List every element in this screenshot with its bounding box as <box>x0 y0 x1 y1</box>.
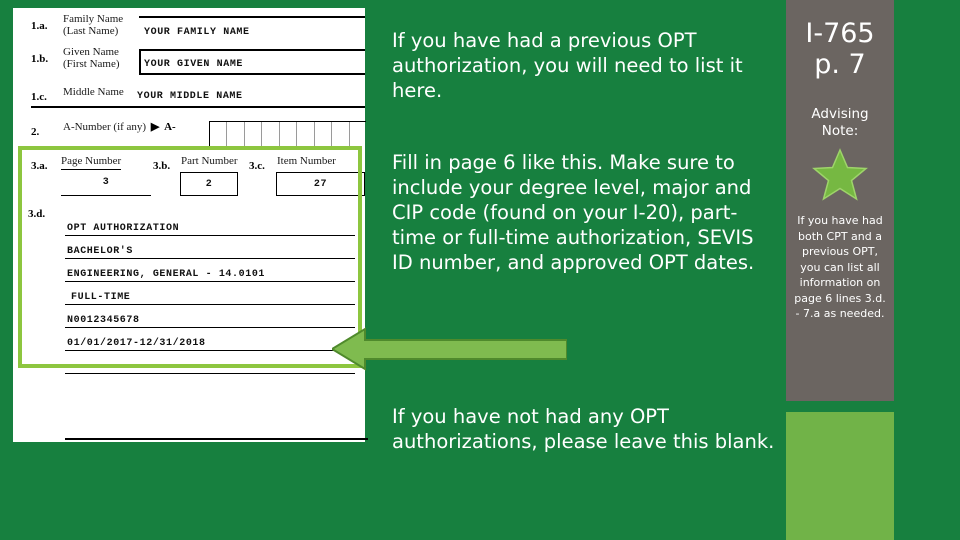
side-panel-title: I-765 p. 7 <box>786 0 894 80</box>
anumber-cell[interactable] <box>280 122 298 148</box>
form-row-label-1b: Given Name (First Name) <box>63 46 120 70</box>
anumber-cell[interactable] <box>350 122 366 148</box>
form-label-anumber: A-Number (if any) ▶ A- <box>63 121 176 134</box>
anumber-cell[interactable] <box>262 122 280 148</box>
anumber-cell-grid[interactable] <box>209 121 366 148</box>
form-rule <box>139 73 365 75</box>
anumber-cell[interactable] <box>332 122 350 148</box>
side-panel-title-line1: I-765 <box>805 18 875 49</box>
form-row-number-1b: 1.b. <box>31 49 48 67</box>
form-rule <box>139 16 365 18</box>
star-icon <box>812 148 868 201</box>
form-label-line1: Family Name <box>63 13 124 25</box>
form-row-number-1a: 1.a. <box>31 16 48 34</box>
annotation-text-previous-opt: If you have had a previous OPT authoriza… <box>392 29 743 102</box>
form-value-given-name[interactable]: YOUR GIVEN NAME <box>144 59 243 70</box>
side-panel: I-765 p. 7 Advising Note: If you have ha… <box>786 0 894 401</box>
form-row-number-2: 2. <box>31 122 39 140</box>
anumber-cell[interactable] <box>210 122 228 148</box>
anumber-cell[interactable] <box>227 122 245 148</box>
form-row-num: 1.c. <box>31 91 47 103</box>
form-rule-vertical <box>139 49 141 73</box>
form-label-line1: Given Name <box>63 46 119 58</box>
form-row-number-1c: 1.c. <box>31 87 47 105</box>
anumber-cell[interactable] <box>315 122 333 148</box>
annotation-text-fill-page-6: Fill in page 6 like this. Make sure to i… <box>392 151 755 274</box>
form-name-block: 1.a. Family Name (Last Name) YOUR FAMILY… <box>13 8 366 148</box>
form-field-underline <box>65 372 355 374</box>
anumber-label-text: A-Number (if any) <box>63 121 147 133</box>
side-panel-note-label: Advising Note: <box>786 106 894 140</box>
annotation-text-leave-blank: If you have not had any OPT authorizatio… <box>392 405 775 453</box>
form-label-line1: Middle Name <box>63 86 124 98</box>
form-label-line2: (Last Name) <box>63 24 119 37</box>
anumber-prefix: A- <box>164 121 176 133</box>
anumber-cell[interactable] <box>245 122 263 148</box>
form-row-num: 1.a. <box>31 20 48 32</box>
star-icon-wrapper <box>786 148 894 207</box>
form-value-middle-name[interactable]: YOUR MIDDLE NAME <box>137 91 243 102</box>
form-label-line2: (First Name) <box>63 57 120 70</box>
form-rule <box>31 106 365 108</box>
highlight-outline-box <box>18 146 362 368</box>
form-row-num: 2. <box>31 126 40 138</box>
anumber-cell[interactable] <box>297 122 315 148</box>
form-row-label-1a: Family Name (Last Name) <box>63 13 124 37</box>
form-row-num: 1.b. <box>31 53 49 65</box>
right-triangle-icon: ▶ <box>150 121 160 133</box>
side-panel-note-label-line2: Note: <box>821 123 859 139</box>
left-pointing-arrow-icon <box>332 327 567 371</box>
form-row-label-1c: Middle Name <box>63 86 124 99</box>
side-panel-note-body: If you have had both CPT and a previous … <box>794 214 886 320</box>
side-panel-note-label-line1: Advising <box>811 106 869 122</box>
form-bottom-rule <box>65 438 368 440</box>
side-panel-title-line2: p. 7 <box>814 49 866 80</box>
form-rule <box>139 49 365 51</box>
form-value-family-name[interactable]: YOUR FAMILY NAME <box>144 27 250 38</box>
accent-rectangle <box>786 412 894 540</box>
